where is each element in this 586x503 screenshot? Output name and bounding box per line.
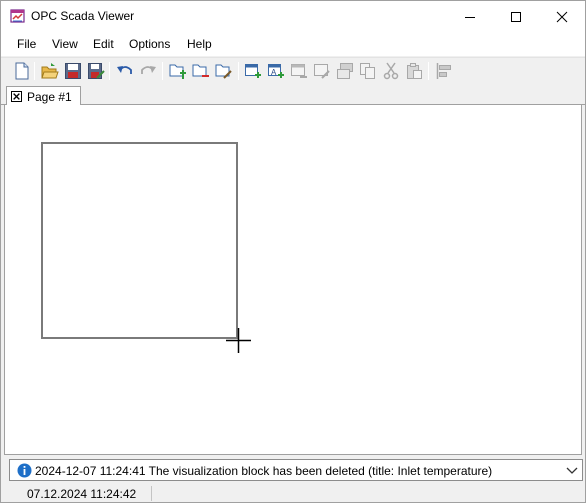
edit-page-icon[interactable]	[215, 62, 233, 80]
maximize-button[interactable]	[493, 1, 539, 32]
tab-close-icon[interactable]	[11, 91, 22, 102]
toolbar-separator	[428, 62, 429, 80]
svg-text:A: A	[271, 68, 277, 77]
remove-page-icon[interactable]	[192, 62, 210, 80]
save-icon[interactable]	[64, 62, 82, 80]
title-bar: OPC Scada Viewer	[1, 1, 585, 32]
save-as-icon[interactable]	[87, 62, 105, 80]
toolbar-separator	[109, 62, 110, 80]
maximize-icon	[511, 11, 521, 22]
toolbar: A	[1, 57, 585, 83]
paste-icon[interactable]	[405, 62, 423, 80]
edit-block-icon[interactable]	[313, 62, 331, 80]
toolbar-separator	[34, 62, 35, 80]
redo-icon[interactable]	[139, 62, 157, 80]
cut-icon[interactable]	[382, 62, 400, 80]
app-window: OPC Scada Viewer File View Edit Options …	[0, 0, 586, 503]
info-icon	[17, 463, 32, 478]
event-log-dropdown[interactable]: 2024-12-07 11:24:41 The visualization bl…	[9, 459, 583, 481]
minimize-button[interactable]	[447, 1, 493, 32]
menu-options[interactable]: Options	[129, 37, 170, 51]
new-page-icon[interactable]	[13, 62, 31, 80]
add-text-block-icon[interactable]: A	[267, 62, 285, 80]
page-canvas[interactable]	[4, 105, 582, 455]
toolbar-separator	[238, 62, 239, 80]
status-datetime: 07.12.2024 11:24:42	[27, 487, 137, 501]
toolbar-separator	[162, 62, 163, 80]
close-button[interactable]	[539, 1, 585, 32]
crosshair-cursor-icon	[226, 328, 251, 353]
close-icon	[556, 11, 568, 22]
status-separator	[151, 486, 152, 501]
undo-icon[interactable]	[116, 62, 134, 80]
log-message: 2024-12-07 11:24:41 The visualization bl…	[35, 464, 493, 478]
menu-bar: File View Edit Options Help	[1, 32, 585, 56]
minimize-icon	[465, 16, 475, 18]
menu-view[interactable]: View	[52, 37, 78, 51]
tab-label: Page #1	[27, 90, 72, 104]
menu-edit[interactable]: Edit	[93, 37, 114, 51]
app-logo-icon	[10, 9, 25, 23]
copy-icon[interactable]	[359, 62, 377, 80]
add-page-icon[interactable]	[169, 62, 187, 80]
bring-front-icon[interactable]	[336, 62, 354, 80]
remove-block-icon[interactable]	[290, 62, 308, 80]
chevron-down-icon[interactable]	[565, 463, 579, 477]
status-bar: 07.12.2024 11:24:42	[1, 484, 585, 502]
menu-help[interactable]: Help	[187, 37, 212, 51]
add-block-icon[interactable]	[244, 62, 262, 80]
tab-strip: Page #1	[1, 84, 585, 106]
tab-page-1[interactable]: Page #1	[6, 86, 81, 106]
align-icon[interactable]	[435, 62, 453, 80]
open-folder-icon[interactable]	[41, 62, 59, 80]
menu-file[interactable]: File	[17, 37, 36, 51]
window-title: OPC Scada Viewer	[31, 9, 135, 23]
visualization-block[interactable]	[41, 142, 238, 339]
